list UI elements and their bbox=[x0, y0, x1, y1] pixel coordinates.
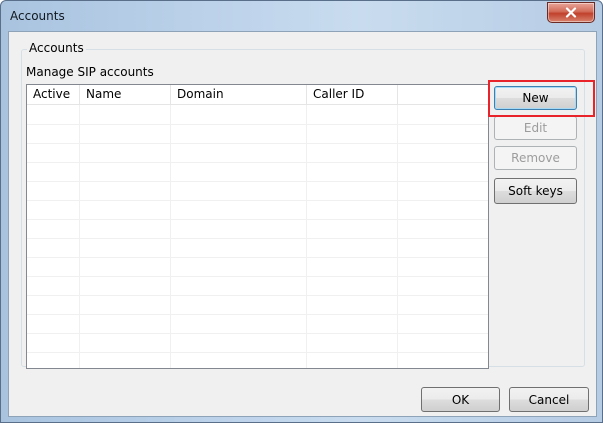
soft-keys-button[interactable]: Soft keys bbox=[494, 178, 577, 204]
window-title: Accounts bbox=[10, 9, 65, 23]
grid-column-line bbox=[170, 105, 171, 368]
ok-button[interactable]: OK bbox=[421, 387, 500, 412]
column-header-active[interactable]: Active bbox=[27, 85, 80, 104]
grid-row-line bbox=[27, 143, 488, 144]
grid-row-line bbox=[27, 257, 488, 258]
grid-row-line bbox=[27, 238, 488, 239]
close-x-icon bbox=[565, 7, 577, 18]
grid-row-line bbox=[27, 200, 488, 201]
grid-column-line bbox=[306, 105, 307, 368]
new-button[interactable]: New bbox=[494, 86, 577, 110]
remove-button[interactable]: Remove bbox=[494, 146, 577, 170]
column-header-caller-id[interactable]: Caller ID bbox=[307, 85, 398, 104]
groupbox-legend: Accounts bbox=[27, 41, 86, 55]
grid-row-line bbox=[27, 276, 488, 277]
grid-row-line bbox=[27, 352, 488, 353]
grid-column-line bbox=[397, 105, 398, 368]
grid-row-line bbox=[27, 162, 488, 163]
title-bar: Accounts bbox=[1, 1, 602, 31]
grid-row-line bbox=[27, 219, 488, 220]
dialog-client-area: Accounts Manage SIP accounts Active Name… bbox=[8, 31, 597, 417]
grid-column-line bbox=[79, 105, 80, 368]
close-button[interactable] bbox=[547, 2, 595, 23]
column-header-domain[interactable]: Domain bbox=[171, 85, 307, 104]
edit-button[interactable]: Edit bbox=[494, 116, 577, 140]
accounts-dialog: Accounts Accounts Manage SIP accounts Ac… bbox=[0, 0, 603, 423]
grid-row-line bbox=[27, 124, 488, 125]
grid-row-line bbox=[27, 295, 488, 296]
manage-sip-accounts-label: Manage SIP accounts bbox=[26, 65, 154, 79]
grid-row-line bbox=[27, 333, 488, 334]
cancel-button[interactable]: Cancel bbox=[509, 387, 589, 412]
grid-row-line bbox=[27, 181, 488, 182]
list-body[interactable] bbox=[27, 105, 488, 368]
list-header: Active Name Domain Caller ID bbox=[27, 85, 488, 105]
accounts-list[interactable]: Active Name Domain Caller ID bbox=[26, 84, 489, 369]
grid-row-line bbox=[27, 314, 488, 315]
column-header-name[interactable]: Name bbox=[80, 85, 171, 104]
column-header-empty[interactable] bbox=[398, 85, 488, 104]
